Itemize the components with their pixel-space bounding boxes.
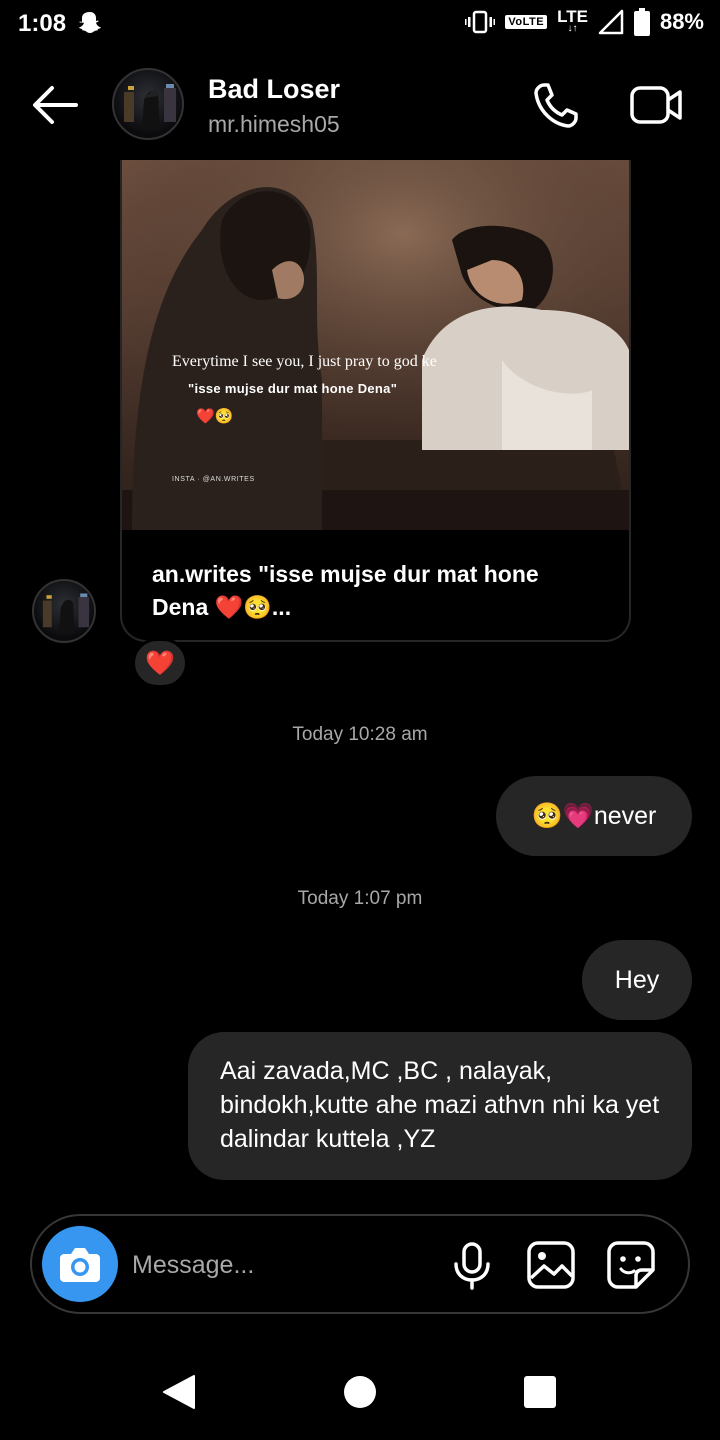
contact-name[interactable]: Bad Loser — [208, 74, 340, 105]
camera-icon — [60, 1248, 100, 1282]
status-time: 1:08 — [18, 10, 67, 37]
phone-icon[interactable] — [530, 80, 582, 130]
nav-back-icon[interactable] — [162, 1374, 196, 1410]
signal-icon — [598, 9, 624, 35]
post-caption: an.writes "isse mujse dur mat hone Dena … — [152, 561, 539, 620]
post-overlay-emoji: ❤️🥺 — [196, 408, 234, 425]
heart-reaction[interactable]: ❤️ — [132, 638, 188, 688]
battery-percent: 88% — [659, 9, 704, 34]
sent-message[interactable]: 🥺💗never — [496, 776, 692, 856]
chat-header: Bad Loser mr.himesh05 — [0, 60, 720, 150]
timestamp: Today 1:07 pm — [297, 888, 423, 909]
microphone-icon[interactable] — [450, 1242, 494, 1290]
shared-post[interactable]: Everytime I see you, I just pray to god … — [120, 160, 631, 642]
snapchat-ghost-icon — [79, 12, 101, 33]
video-camera-icon[interactable] — [628, 82, 684, 128]
post-image: Everytime I see you, I just pray to god … — [122, 160, 629, 530]
volte-badge: VoLTE — [505, 15, 548, 29]
post-photo — [122, 160, 629, 530]
status-indicators: VoLTE LTE ↓↑ 88% — [465, 8, 704, 36]
battery-icon — [633, 8, 650, 36]
post-overlay-text: Everytime I see you, I just pray to god … — [172, 353, 437, 370]
vibrate-icon — [465, 10, 496, 34]
avatar[interactable] — [112, 68, 184, 140]
avatar-image — [124, 84, 176, 130]
nav-home-icon[interactable] — [344, 1376, 376, 1408]
timestamp: Today 10:28 am — [292, 724, 428, 745]
message-input[interactable] — [132, 1246, 432, 1284]
network-type: LTE ↓↑ — [557, 7, 588, 34]
sent-message[interactable]: Aai zavada,MC ,BC , nalayak, bindokh,kut… — [188, 1032, 692, 1180]
sticker-icon[interactable] — [606, 1240, 656, 1290]
nav-recents-icon[interactable] — [524, 1376, 556, 1408]
status-bar: 1:08 VoLTE LTE ↓↑ 88% — [0, 0, 720, 50]
message-composer — [30, 1214, 690, 1314]
post-overlay-quote: "isse mujse dur mat hone Dena" — [188, 381, 398, 396]
sender-avatar[interactable] — [32, 579, 96, 643]
arrow-left-icon[interactable] — [28, 82, 84, 128]
sender-avatar-image — [42, 593, 90, 635]
sent-message[interactable]: Hey — [582, 940, 692, 1020]
image-icon[interactable] — [526, 1240, 576, 1290]
contact-username[interactable]: mr.himesh05 — [208, 111, 340, 138]
camera-button[interactable] — [42, 1226, 118, 1302]
post-overlay-credit: INSTA · @AN.WRITES — [172, 476, 255, 483]
